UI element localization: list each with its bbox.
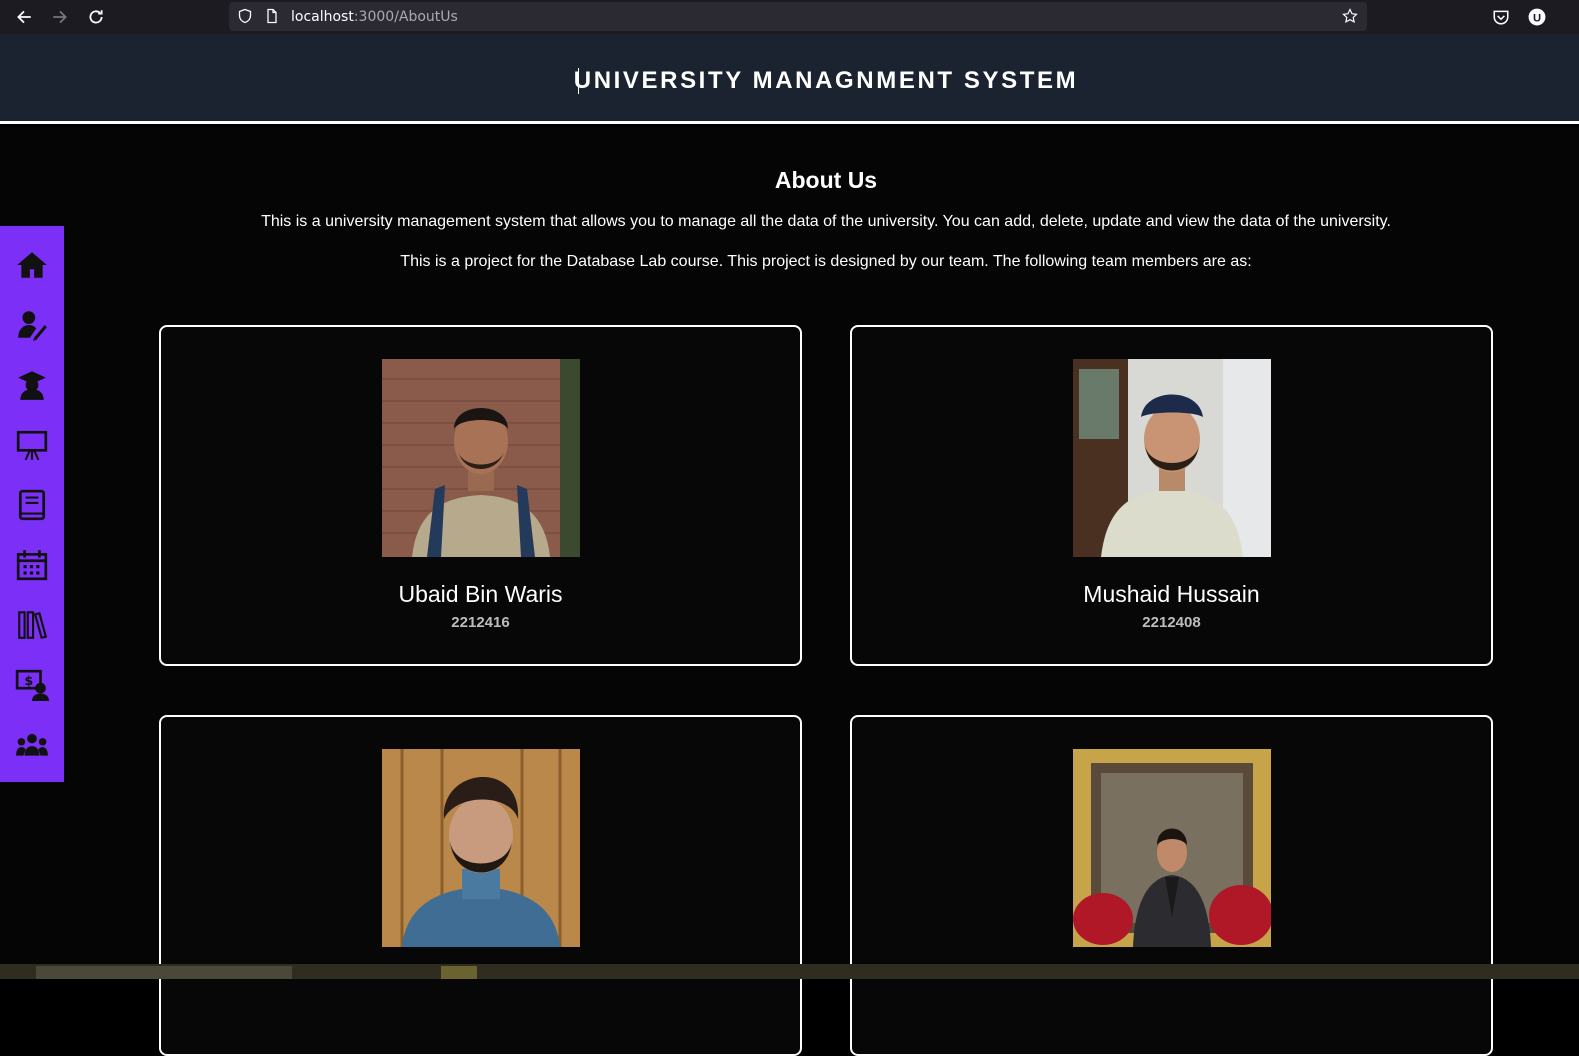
- pocket-icon: [1493, 10, 1509, 25]
- url-text[interactable]: localhost:3000/AboutUs: [291, 9, 458, 25]
- back-button[interactable]: [12, 5, 36, 29]
- member-id: 2212416: [451, 614, 510, 631]
- presentation-icon: [16, 430, 48, 461]
- shield-icon: [238, 8, 252, 24]
- team-icon: [16, 733, 48, 756]
- member-photo: [382, 749, 580, 947]
- reload-button[interactable]: [84, 5, 108, 29]
- address-bar[interactable]: localhost:3000/AboutUs: [229, 2, 1367, 31]
- book-icon: [18, 489, 46, 521]
- app-header: UNIVERSITY MANAGNMENT SYSTEM: [0, 34, 1579, 124]
- member-name: Ubaid Bin Waris: [398, 581, 563, 607]
- team-member-card: [850, 715, 1493, 1056]
- team-member-card: Ubaid Bin Waris 2212416: [159, 325, 802, 666]
- arrow-left-icon: [17, 10, 31, 24]
- app-title: UNIVERSITY MANAGNMENT SYSTEM: [573, 67, 1079, 94]
- reload-icon: [89, 10, 103, 24]
- svg-text:U: U: [1533, 13, 1541, 25]
- student-icon: [18, 371, 46, 400]
- browser-toolbar: localhost:3000/AboutUs U: [0, 0, 1579, 34]
- about-paragraph-1: This is a university management system t…: [261, 213, 1391, 230]
- sidebar-item-courses[interactable]: [14, 487, 50, 523]
- fee-icon: $: [15, 669, 49, 701]
- sidebar-item-teachers[interactable]: [14, 307, 50, 343]
- pocket-button[interactable]: [1489, 5, 1513, 29]
- about-page: About Us This is a university management…: [0, 127, 1579, 1056]
- sidebar-item-fees[interactable]: $: [14, 667, 50, 703]
- about-paragraph-2: This is a project for the Database Lab c…: [400, 253, 1252, 270]
- svg-text:$: $: [24, 674, 33, 689]
- sidebar-item-home[interactable]: [14, 247, 50, 283]
- sidebar-item-classes[interactable]: [14, 427, 50, 463]
- os-taskbar: [0, 964, 1579, 979]
- library-icon: [18, 611, 48, 640]
- team-member-card: Mushaid Hussain 2212408: [850, 325, 1493, 666]
- member-photo: [1073, 359, 1271, 557]
- taskbar-app[interactable]: [36, 966, 292, 979]
- taskbar-app[interactable]: [441, 966, 477, 979]
- member-id: 2212408: [1142, 614, 1201, 631]
- page-icon: [267, 8, 277, 24]
- member-name: Mushaid Hussain: [1083, 581, 1260, 607]
- team-member-card: [159, 715, 802, 1056]
- teacher-icon: [18, 311, 47, 341]
- page-title: About Us: [774, 167, 878, 193]
- account-avatar-icon: U: [1528, 8, 1546, 26]
- sidebar-item-about-us[interactable]: [14, 727, 50, 763]
- forward-button[interactable]: [48, 5, 72, 29]
- home-icon: [17, 252, 47, 278]
- member-photo: [1073, 749, 1271, 947]
- member-photo: [382, 359, 580, 557]
- sidebar-item-library[interactable]: [14, 607, 50, 643]
- calendar-icon: [16, 550, 48, 581]
- sidebar-item-timetable[interactable]: [14, 547, 50, 583]
- account-button[interactable]: U: [1525, 5, 1549, 29]
- bookmark-star-icon[interactable]: [1342, 8, 1358, 24]
- sidebar: $: [0, 226, 64, 782]
- sidebar-item-students[interactable]: [14, 367, 50, 403]
- arrow-right-icon: [53, 10, 67, 24]
